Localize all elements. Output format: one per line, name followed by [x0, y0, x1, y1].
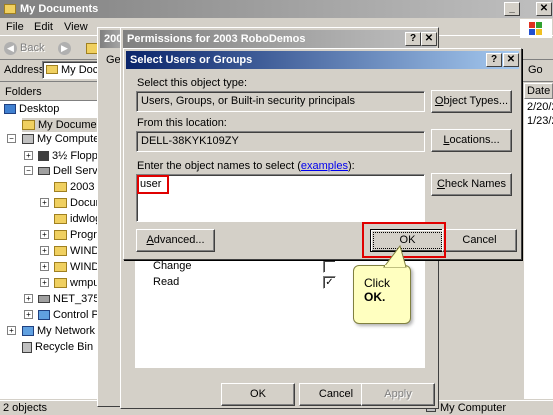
- expand-icon[interactable]: +: [7, 326, 16, 335]
- object-names-textarea[interactable]: user: [136, 174, 425, 222]
- perm-read-label: Read: [153, 276, 180, 288]
- object-type-label: Select this object type:: [137, 77, 248, 89]
- date-header[interactable]: Date M: [524, 83, 553, 99]
- help-button[interactable]: ?: [486, 53, 502, 67]
- examples-link[interactable]: examples: [301, 160, 348, 172]
- explorer-titlebar: My Documents: [0, 0, 553, 18]
- tree-my-documents[interactable]: My Documen: [22, 118, 98, 132]
- expand-icon[interactable]: +: [24, 151, 33, 160]
- folder-icon: [4, 4, 16, 15]
- expand-icon[interactable]: +: [40, 246, 49, 255]
- perm-apply-button[interactable]: Apply: [361, 383, 435, 406]
- folder-icon: [54, 230, 67, 241]
- perm-change-allow-checkbox[interactable]: [323, 260, 336, 273]
- floppy-icon: [38, 151, 49, 162]
- tree-docum[interactable]: Docur: [54, 196, 98, 210]
- file-list: Date M 2/20/2 1/23/2: [524, 83, 553, 399]
- callout-tooltip: Click OK.: [353, 265, 411, 324]
- help-button[interactable]: ?: [405, 32, 421, 46]
- location-label: From this location:: [137, 117, 227, 129]
- close-button[interactable]: ✕: [503, 53, 519, 67]
- folder-icon: [22, 120, 35, 131]
- network-drive-icon: [38, 295, 50, 304]
- expand-icon[interactable]: +: [40, 278, 49, 287]
- menu-edit[interactable]: Edit: [34, 21, 53, 33]
- folders-header: Folders: [0, 83, 98, 101]
- menu-view[interactable]: View: [64, 21, 88, 33]
- folder-icon: [54, 278, 67, 289]
- perm-ok-button[interactable]: OK: [221, 383, 295, 406]
- collapse-icon[interactable]: −: [24, 166, 33, 175]
- tree-desktop[interactable]: Desktop: [4, 102, 59, 116]
- status-location: My Computer: [440, 402, 507, 414]
- expand-icon[interactable]: +: [40, 262, 49, 271]
- names-highlight: [137, 175, 169, 194]
- tree-net[interactable]: NET_3757: [38, 292, 98, 306]
- recycle-bin-icon: [22, 341, 32, 353]
- windows-logo-icon: [520, 19, 552, 38]
- permissions-titlebar: Permissions for 2003 RoboDemos: [123, 30, 436, 48]
- tree-wind-2[interactable]: WIND: [54, 260, 98, 274]
- desktop-icon: [4, 104, 16, 115]
- tree-2003[interactable]: 2003: [54, 180, 94, 194]
- status-objects: 2 objects: [3, 402, 48, 414]
- select-users-titlebar: Select Users or Groups: [126, 51, 519, 69]
- folders-tree: Desktop My Documen − My Computer + 3½ Fl…: [0, 101, 98, 399]
- locations-button[interactable]: Locations...: [431, 129, 512, 152]
- location-field: DELL-38KYK109ZY: [136, 131, 425, 152]
- network-icon: [22, 326, 34, 337]
- address-label: Address: [4, 64, 45, 76]
- expand-icon[interactable]: +: [24, 294, 33, 303]
- folder-icon: [54, 246, 67, 257]
- date-cell: 1/23/2: [527, 115, 553, 127]
- callout-line2: OK.: [364, 290, 386, 304]
- tree-control-panel[interactable]: Control Pa: [38, 308, 98, 322]
- folder-icon: [46, 65, 58, 74]
- close-button[interactable]: ✕: [421, 32, 437, 46]
- control-panel-icon: [38, 310, 50, 321]
- back-icon[interactable]: ◀: [4, 42, 17, 55]
- tree-floppy[interactable]: 3½ Flopp: [38, 149, 98, 163]
- minimize-button[interactable]: _: [504, 2, 520, 16]
- folders-label: Folders: [5, 86, 42, 98]
- expand-icon[interactable]: +: [24, 310, 33, 319]
- tree-my-computer[interactable]: My Computer: [22, 132, 98, 146]
- tree-recycle-bin[interactable]: Recycle Bin: [22, 340, 93, 354]
- select-users-dialog: Select Users or Groups ? ✕ Select this o…: [123, 48, 522, 260]
- drive-icon: [38, 167, 50, 176]
- object-types-button[interactable]: Object Types...: [431, 90, 512, 113]
- folder-icon: [54, 182, 67, 193]
- collapse-icon[interactable]: −: [7, 134, 16, 143]
- perm-change-label: Change: [153, 260, 192, 272]
- expand-icon[interactable]: +: [40, 198, 49, 207]
- select-cancel-button[interactable]: Cancel: [442, 229, 517, 252]
- computer-icon: [22, 134, 34, 145]
- tree-my-network[interactable]: My Network P: [22, 324, 98, 338]
- date-cell: 2/20/2: [527, 101, 553, 113]
- close-button[interactable]: ✕: [536, 2, 552, 16]
- check-names-button[interactable]: Check Names: [431, 173, 512, 196]
- tree-progr[interactable]: Progra: [54, 228, 98, 242]
- folder-icon: [54, 214, 67, 225]
- tree-wind-1[interactable]: WIND: [54, 244, 98, 258]
- enter-names-label: Enter the object names to select (exampl…: [137, 160, 355, 172]
- menu-file[interactable]: File: [6, 21, 24, 33]
- tree-wmpub[interactable]: wmpu: [54, 276, 98, 290]
- expand-icon[interactable]: +: [40, 230, 49, 239]
- back-button-label[interactable]: Back: [20, 42, 44, 54]
- tree-idwlog[interactable]: idwlog: [54, 212, 98, 226]
- forward-icon[interactable]: ▶: [58, 42, 71, 55]
- folder-icon: [54, 198, 67, 209]
- explorer-title: My Documents: [20, 3, 99, 15]
- perm-read-allow-checkbox[interactable]: ✓: [323, 276, 336, 289]
- folder-icon: [54, 262, 67, 273]
- go-button[interactable]: Go: [528, 64, 543, 76]
- callout-line1: Click: [364, 276, 390, 290]
- callout-pointer: [382, 244, 407, 268]
- advanced-button[interactable]: Advanced...: [136, 229, 215, 252]
- tree-dell-server[interactable]: Dell Serve: [38, 164, 98, 178]
- tab-general[interactable]: Ge: [106, 54, 121, 66]
- object-type-field: Users, Groups, or Built-in security prin…: [136, 91, 425, 112]
- address-input[interactable]: My Docume: [42, 61, 120, 79]
